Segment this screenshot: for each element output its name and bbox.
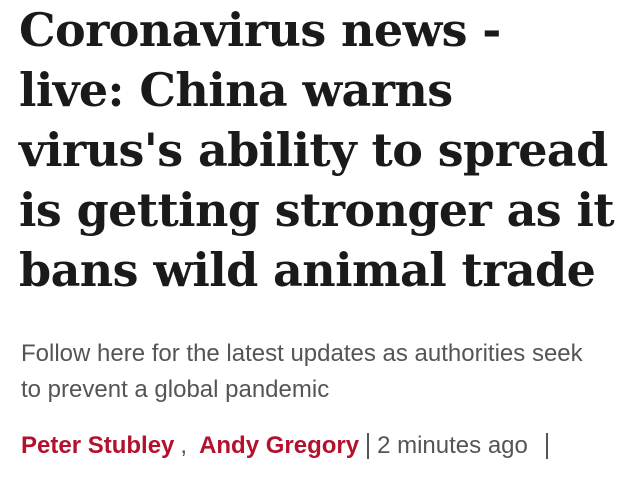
headline-line: virus's ability to spread — [19, 123, 608, 177]
headline-line: is getting stronger as it — [19, 183, 615, 237]
author-separator: , — [180, 432, 188, 459]
byline-divider — [367, 433, 370, 459]
article-header: Coronavirus news - live: China warns vir… — [0, 0, 640, 482]
headline-line: Coronavirus news - — [19, 3, 501, 57]
standfirst-line: Follow here for the latest updates as au… — [21, 340, 583, 367]
author-link-peter-stubley[interactable]: Peter Stubley — [21, 428, 174, 464]
headline-line: live: China warns — [19, 63, 453, 117]
article-standfirst: Follow here for the latest updates as au… — [21, 336, 631, 408]
headline-line: bans wild animal trade — [19, 243, 596, 297]
article-headline: Coronavirus news - live: China warns vir… — [19, 0, 634, 300]
publish-timestamp: 2 minutes ago — [377, 432, 528, 459]
byline: Peter Stubley , Andy Gregory 2 minutes a… — [21, 428, 548, 464]
author-link-andy-gregory[interactable]: Andy Gregory — [199, 428, 359, 464]
standfirst-line: to prevent a global pandemic — [21, 376, 330, 403]
byline-divider-end — [545, 433, 548, 459]
